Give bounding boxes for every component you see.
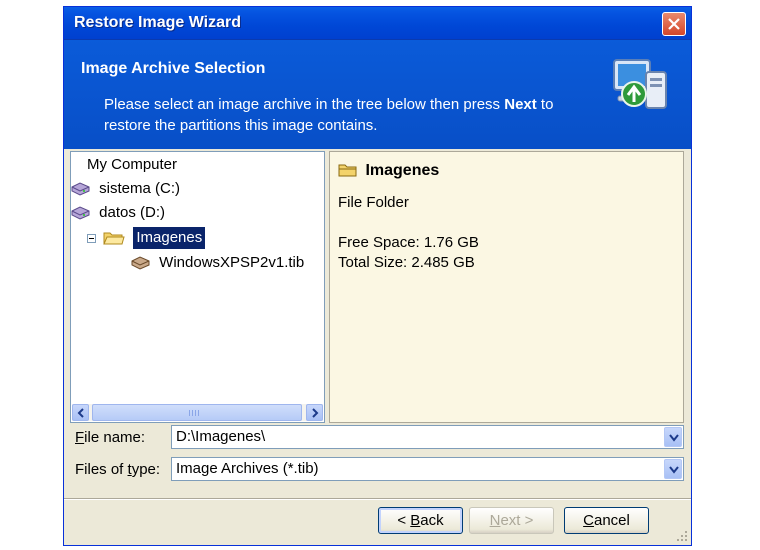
file-name-label: File name: xyxy=(75,429,145,446)
next-accel: N xyxy=(489,512,501,529)
info-title: Imagenes xyxy=(338,162,439,180)
chevron-down-icon xyxy=(669,434,679,442)
back-button[interactable]: < Back xyxy=(378,507,463,534)
cancel-button[interactable]: Cancel xyxy=(564,507,649,534)
tree-item-imagenes[interactable]: Imagenes xyxy=(87,227,206,250)
file-name-label-accel: F xyxy=(75,429,85,446)
file-type-dropdown-button[interactable] xyxy=(664,459,682,479)
footer-separator xyxy=(64,498,691,500)
back-prefix: < xyxy=(397,512,411,529)
file-name-label-rest: ile name: xyxy=(84,429,146,446)
file-type-combobox[interactable]: Image Archives (*.tib) xyxy=(171,457,684,481)
file-type-value: Image Archives (*.tib) xyxy=(176,460,319,477)
horizontal-scrollbar[interactable] xyxy=(72,404,323,421)
close-button[interactable] xyxy=(662,12,686,36)
close-icon xyxy=(668,18,680,30)
next-rest: ext > xyxy=(500,512,534,529)
folder-open-icon xyxy=(103,232,125,245)
tree-item-label: WindowsXPSP2v1.tib xyxy=(159,254,305,272)
scroll-left-button[interactable] xyxy=(72,404,89,421)
cancel-button-label: Cancel xyxy=(583,512,630,529)
tree-item-sistema[interactable]: sistema (C:) xyxy=(69,178,180,200)
tree-item-label: My Computer xyxy=(87,156,178,174)
scroll-right-button[interactable] xyxy=(306,404,323,421)
tree-item-my-computer[interactable]: My Computer xyxy=(87,154,177,176)
drive-icon xyxy=(71,206,90,220)
scroll-thumb[interactable] xyxy=(92,404,302,421)
tree-item-archive-file[interactable]: WindowsXPSP2v1.tib xyxy=(129,252,304,274)
tree-item-label: sistema (C:) xyxy=(99,180,181,198)
tree-item-label-selected: Imagenes xyxy=(133,227,206,250)
back-accel: B xyxy=(410,512,421,529)
description-text-bold: Next xyxy=(504,96,537,113)
file-name-value[interactable]: D:\Imagenes\ xyxy=(176,428,265,445)
restore-wizard-icon xyxy=(613,59,667,109)
info-title-label: Imagenes xyxy=(365,162,440,179)
tree-item-label: datos (D:) xyxy=(99,204,166,222)
next-button[interactable]: Next > xyxy=(469,507,554,534)
info-type: File Folder xyxy=(338,194,409,211)
page-title: Image Archive Selection xyxy=(81,60,266,77)
page-description: Please select an image archive in the tr… xyxy=(104,94,604,136)
back-rest: ack xyxy=(420,512,444,529)
chevron-left-icon xyxy=(77,408,84,418)
chevron-right-icon xyxy=(312,408,319,418)
title-bar[interactable]: Restore Image Wizard xyxy=(64,7,691,40)
info-total-size: Total Size: 2.485 GB xyxy=(338,254,475,271)
folder-tree[interactable]: My Computer sistema (C:) datos (D:) Imag… xyxy=(70,151,325,423)
description-text-start: Please select an image archive in the tr… xyxy=(104,96,505,113)
collapse-toggle-icon[interactable] xyxy=(87,233,96,243)
info-free-space: Free Space: 1.76 GB xyxy=(338,234,479,251)
cancel-accel: C xyxy=(583,512,594,529)
image-archive-icon xyxy=(131,256,150,270)
next-button-label: Next > xyxy=(490,512,534,529)
resize-grip-icon[interactable] xyxy=(676,530,688,542)
drive-icon xyxy=(71,182,90,196)
back-button-label: < Back xyxy=(397,512,443,529)
file-name-dropdown-button[interactable] xyxy=(664,427,682,447)
cancel-rest: ancel xyxy=(593,512,630,529)
file-type-label-rest: ype: xyxy=(131,461,161,478)
file-type-label-pre: Files of xyxy=(75,461,128,478)
file-type-label: Files of type: xyxy=(75,461,160,478)
chevron-down-icon xyxy=(669,466,679,474)
selection-info-panel: Imagenes File Folder Free Space: 1.76 GB… xyxy=(329,151,684,423)
restore-image-wizard-window: Restore Image Wizard Image Archive Selec… xyxy=(63,6,692,546)
window-title: Restore Image Wizard xyxy=(74,14,242,31)
tree-item-datos[interactable]: datos (D:) xyxy=(69,202,165,224)
wizard-header: Image Archive Selection Please select an… xyxy=(64,40,691,149)
grip-icon xyxy=(189,410,201,416)
file-name-combobox[interactable]: D:\Imagenes\ xyxy=(171,425,684,449)
folder-icon xyxy=(338,164,357,177)
